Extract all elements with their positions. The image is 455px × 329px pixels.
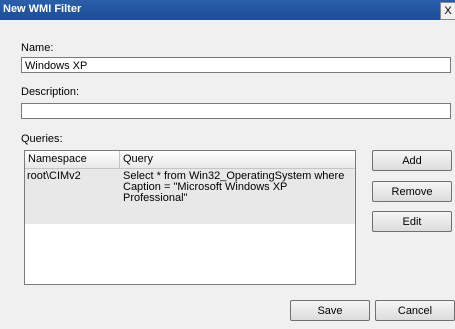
- remove-button[interactable]: Remove: [372, 181, 452, 202]
- cancel-button[interactable]: Cancel: [375, 300, 455, 321]
- description-field[interactable]: [21, 103, 451, 119]
- description-label: Description:: [21, 86, 80, 98]
- queries-list[interactable]: Namespace Query root\CIMv2 Select * from…: [24, 150, 356, 285]
- wmi-filter-dialog: New WMI Filter X Name: Windows XP Descri…: [0, 0, 455, 329]
- window-title: New WMI Filter: [3, 3, 82, 15]
- row-query: Select * from Win32_OperatingSystem wher…: [123, 170, 345, 204]
- edit-button[interactable]: Edit: [372, 211, 452, 232]
- title-bar: New WMI Filter X: [0, 0, 455, 20]
- name-label: Name:: [21, 42, 54, 54]
- name-field[interactable]: Windows XP: [21, 57, 451, 73]
- column-header-namespace[interactable]: Namespace: [25, 151, 120, 168]
- close-icon[interactable]: X: [440, 2, 455, 20]
- queries-label: Queries:: [21, 133, 63, 145]
- column-header-query[interactable]: Query: [120, 151, 355, 168]
- row-namespace: root\CIMv2: [27, 170, 81, 182]
- save-button[interactable]: Save: [290, 300, 370, 321]
- add-button[interactable]: Add: [372, 150, 452, 171]
- queries-list-header: Namespace Query: [25, 151, 355, 169]
- table-row[interactable]: root\CIMv2 Select * from Win32_Operating…: [25, 169, 355, 224]
